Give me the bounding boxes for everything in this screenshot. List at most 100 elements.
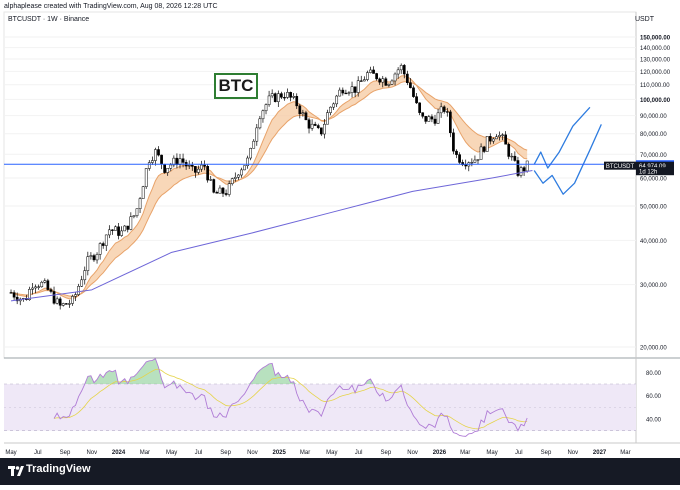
candle-body (356, 80, 360, 93)
candle-body (31, 287, 34, 290)
price-tick-label: 140,000.00 (640, 46, 671, 52)
candle-body (479, 146, 483, 160)
time-tick-label: May (166, 450, 177, 456)
price-label-tag: 1d 12h (636, 167, 674, 176)
candle-body (507, 143, 511, 157)
candle-body (427, 116, 431, 122)
candle-body (86, 256, 90, 271)
candle-body (203, 164, 206, 167)
candle-body (362, 79, 366, 82)
time-tick-label: Sep (60, 450, 71, 456)
candle-body (283, 97, 286, 99)
time-tick-label: Jul (195, 450, 203, 456)
candle-body (114, 226, 117, 231)
candle-body (12, 292, 16, 298)
candle-body (147, 162, 151, 169)
candle-body (498, 135, 501, 138)
candle-body (9, 292, 13, 294)
candle-body (126, 225, 130, 230)
time-tick-label: 2027 (593, 450, 607, 456)
candle-body (129, 216, 133, 230)
candle-body (80, 279, 84, 287)
candle-body (71, 296, 74, 304)
price-tick-label: 130,000.00 (640, 58, 671, 64)
candle-body (194, 166, 197, 173)
candle-body (286, 92, 289, 98)
candle-body (197, 168, 200, 173)
candle-body (298, 105, 302, 115)
candle-body (123, 225, 127, 232)
candle-body (200, 164, 203, 170)
candle-body (402, 65, 406, 75)
candle-body (218, 187, 222, 194)
footer-bar: TradingView (0, 458, 680, 485)
candle-body (359, 80, 363, 82)
price-tick-label: 90,000.00 (640, 114, 667, 120)
candle-body (157, 149, 160, 156)
time-tick-label: Nov (567, 450, 578, 456)
time-tick-label: May (5, 450, 16, 456)
candle-body (138, 198, 142, 209)
candle-body (258, 118, 262, 129)
time-tick-label: Nov (86, 450, 97, 456)
candle-body (316, 125, 320, 129)
candle-body (504, 134, 507, 145)
candle-body (227, 183, 231, 195)
time-tick-label: Mar (300, 450, 310, 456)
candle-body (347, 92, 351, 94)
candle-body (169, 164, 173, 169)
candle-body (61, 303, 65, 306)
candle-body (111, 229, 114, 231)
symbol-tag-text: BTCUSDT (606, 164, 635, 170)
candle-body (464, 164, 468, 167)
price-tick-label: 120,000.00 (640, 70, 671, 76)
time-tick-label: 2025 (273, 450, 287, 456)
candle-body (332, 103, 335, 108)
candle-body (372, 69, 375, 74)
candle-body (436, 112, 440, 124)
candle-body (307, 119, 311, 129)
candle-body (384, 78, 388, 86)
candle-body (323, 123, 326, 135)
rsi-tick-label: 80.00 (646, 371, 662, 377)
candle-body (396, 69, 400, 75)
candle-body (470, 162, 474, 164)
candle-body (418, 102, 421, 113)
candle-body (289, 92, 292, 98)
candle-body (49, 289, 53, 292)
candle-body (46, 280, 50, 290)
candle-body (261, 110, 265, 120)
candle-body (405, 73, 409, 84)
candle-body (476, 159, 480, 161)
candle-body (98, 243, 102, 255)
candle-body (107, 229, 111, 236)
candle-body (353, 86, 357, 93)
candle-body (519, 167, 523, 176)
tradingview-brand: TradingView (26, 463, 91, 475)
chart-root: 20,000.00 30,000.00 40,000.00 50,000.00 60,0… (0, 0, 680, 485)
candle-body (52, 291, 56, 304)
candle-body (492, 138, 495, 142)
candle-body (37, 286, 41, 288)
chart-canvas[interactable]: 20,000.00 30,000.00 40,000.00 50,000.00 60,0… (0, 0, 680, 485)
time-tick-label: Mar (460, 450, 470, 456)
candle-body (387, 84, 391, 86)
price-tick-label: 60,000.00 (640, 176, 667, 182)
btc-annotation: BTC (214, 73, 258, 99)
time-tick-label: Sep (220, 450, 231, 456)
candle-body (525, 160, 529, 172)
candle-body (341, 89, 345, 94)
candle-body (326, 112, 329, 125)
candle-body (83, 270, 87, 281)
currency-label: USDT (634, 16, 654, 23)
candle-body (58, 298, 62, 306)
candle-body (104, 234, 108, 246)
candle-body (390, 80, 394, 85)
candle-body (424, 116, 428, 122)
candle-body (399, 65, 403, 71)
time-tick-label: Nov (247, 450, 258, 456)
candle-body (240, 169, 243, 176)
candle-body (264, 104, 268, 112)
candle-body (485, 136, 489, 152)
time-tick-label: Nov (407, 450, 418, 456)
